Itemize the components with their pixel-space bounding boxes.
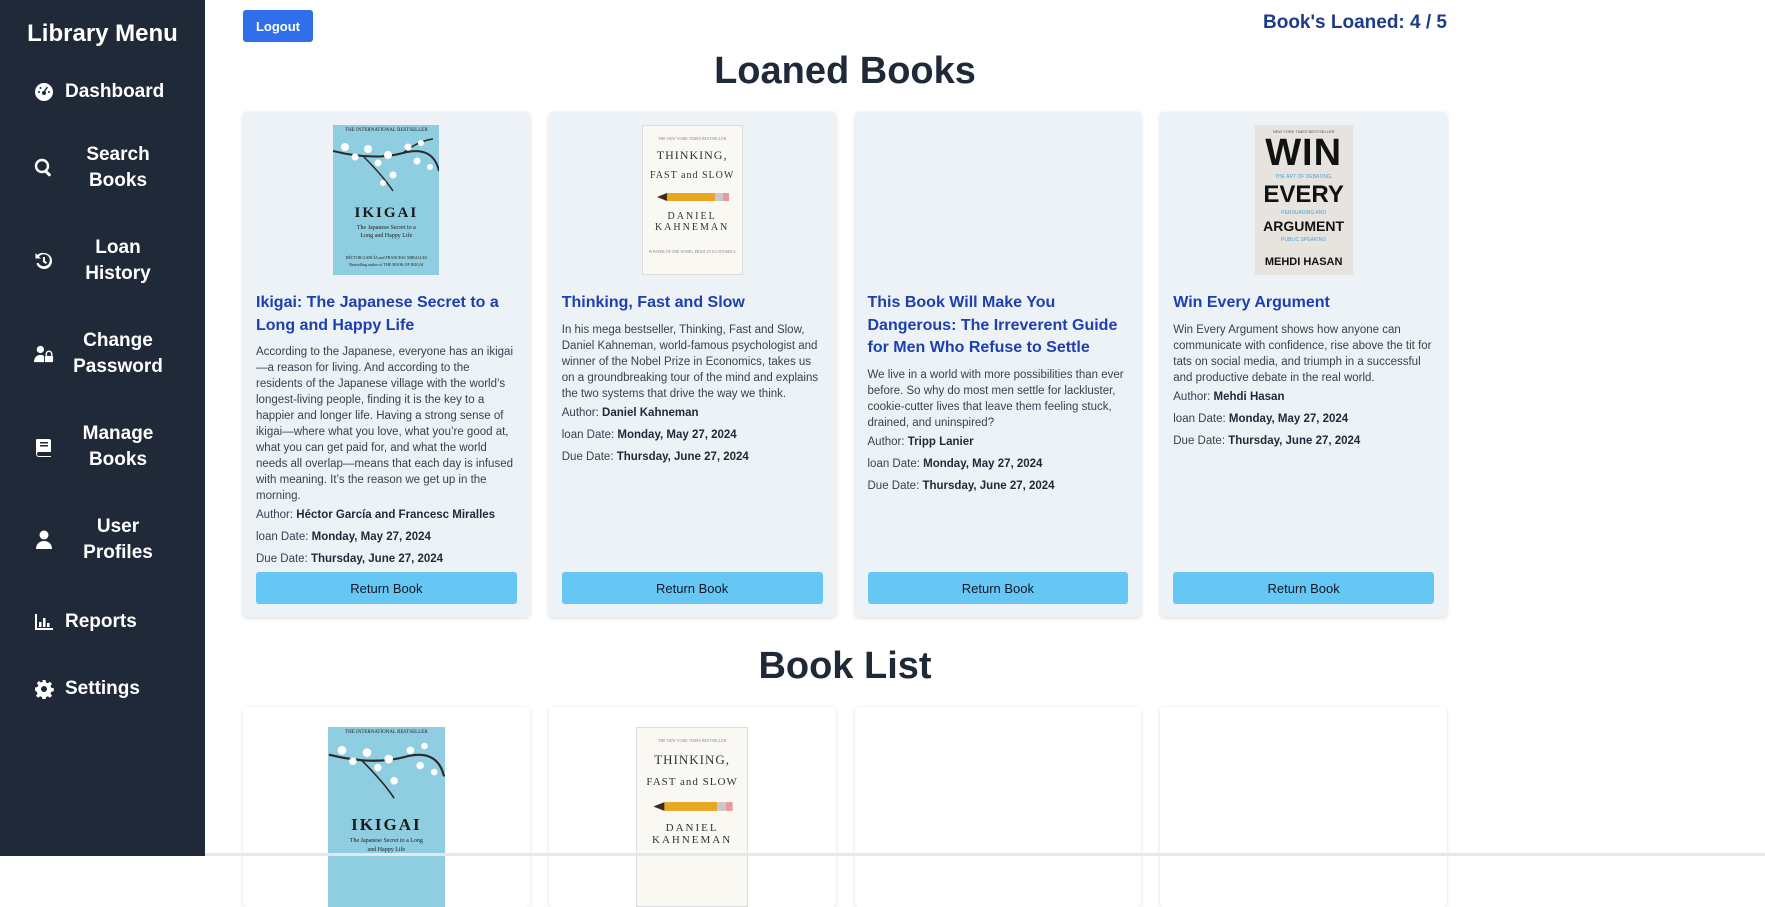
cover-text: FAST and SLOW: [637, 776, 747, 788]
cover-text: WIN: [1255, 133, 1353, 173]
book-description: We live in a world with more possibiliti…: [868, 367, 1129, 431]
cover-text: FAST and SLOW: [643, 170, 742, 181]
cover-text: ARGUMENT: [1255, 218, 1353, 234]
cover-text: THINKING,: [643, 148, 742, 163]
book-title[interactable]: Thinking, Fast and Slow: [562, 292, 823, 315]
book-card: This Book Will Make You Dangerous: The I…: [855, 112, 1142, 617]
cover-text: IKIGAI: [328, 815, 445, 835]
book-list-card: THE NEW YORK TIMES BESTSELLER THINKING, …: [549, 707, 836, 907]
cover-text: THE ART OF DEBATING,: [1255, 174, 1353, 180]
sidebar-item-label: Reports: [65, 609, 137, 635]
cover-text: The Japanese Secret to a Long and Happy …: [333, 224, 439, 240]
book-cover-ikigai: THE INTERNATIONAL BESTSELLER IKIGAI The …: [328, 727, 445, 907]
sidebar-item-label: Search Books: [63, 142, 173, 194]
cover-text: THE INTERNATIONAL BESTSELLER: [333, 128, 439, 133]
book-card: NEW YORK TIMES BESTSELLER WIN THE ART OF…: [1160, 112, 1447, 617]
loan-date: loan Date: Monday, May 27, 2024: [1173, 411, 1434, 427]
return-book-button[interactable]: Return Book: [868, 572, 1129, 604]
book-author: Author: Daniel Kahneman: [562, 405, 823, 421]
search-icon: [33, 157, 55, 179]
book-card: THE NEW YORK TIMES BESTSELLER THINKING, …: [549, 112, 836, 617]
main-content: Logout Book's Loaned: 4 / 5 Loaned Books…: [205, 0, 1765, 856]
user-icon: [33, 529, 55, 551]
cover-wrap-empty: [868, 125, 1129, 275]
loan-date: loan Date: Monday, May 27, 2024: [868, 456, 1129, 472]
loan-count: Book's Loaned: 4 / 5: [1263, 12, 1447, 34]
sidebar: Library Menu Dashboard Search Books Loan…: [0, 0, 205, 856]
cover-wrap: THE INTERNATIONAL BESTSELLER IKIGAI The …: [256, 727, 517, 907]
logout-button[interactable]: Logout: [243, 10, 313, 42]
due-date: Due Date: Thursday, June 27, 2024: [868, 478, 1129, 494]
cover-text: DANIEL KAHNEMAN: [643, 211, 742, 233]
book-description: According to the Japanese, everyone has …: [256, 344, 517, 504]
due-date: Due Date: Thursday, June 27, 2024: [1173, 433, 1434, 449]
loaned-books-title: Loaned Books: [243, 50, 1447, 93]
cover-text: HÉCTOR GARCÍA and FRANCESC MIRALLES: [333, 255, 439, 260]
cover-text: MEHDI HASAN: [1255, 256, 1353, 268]
book-cover-thinking-fast-and-slow: THE NEW YORK TIMES BESTSELLER THINKING, …: [636, 727, 748, 907]
cover-text: PUBLIC SPEAKING: [1255, 237, 1353, 243]
cover-text: Bestselling author of THE BOOK OF IKIGAI: [333, 262, 439, 267]
cover-text: PERSUADING AND: [1255, 210, 1353, 216]
sidebar-item-manage-books[interactable]: Manage Books: [0, 421, 205, 473]
cover-text: IKIGAI: [333, 205, 439, 222]
book-icon: [33, 436, 55, 458]
book-list-card: THE INTERNATIONAL BESTSELLER IKIGAI The …: [243, 707, 530, 907]
return-book-button[interactable]: Return Book: [256, 572, 517, 604]
return-book-button[interactable]: Return Book: [1173, 572, 1434, 604]
sidebar-item-label: Change Password: [63, 328, 173, 380]
cover-wrap: THE NEW YORK TIMES BESTSELLER THINKING, …: [562, 727, 823, 907]
sidebar-item-reports[interactable]: Reports: [0, 600, 205, 644]
sidebar-item-loan-history[interactable]: Loan History: [0, 235, 205, 287]
book-author: Author: Mehdi Hasan: [1173, 389, 1434, 405]
sidebar-item-label: Dashboard: [65, 79, 164, 105]
loaned-books-grid: THE INTERNATIONAL BESTSELLER IKIGAI The …: [243, 112, 1447, 617]
loan-date: loan Date: Monday, May 27, 2024: [562, 427, 823, 443]
sidebar-item-settings[interactable]: Settings: [0, 667, 205, 711]
cover-text: WINNER OF THE NOBEL PRIZE IN ECONOMICS: [643, 249, 742, 254]
book-author: Author: Tripp Lanier: [868, 434, 1129, 450]
cover-text: THINKING,: [637, 752, 747, 768]
sidebar-item-label: Settings: [65, 676, 140, 702]
sidebar-item-label: Loan History: [63, 235, 173, 287]
book-cover-ikigai: THE INTERNATIONAL BESTSELLER IKIGAI The …: [333, 125, 439, 275]
sidebar-item-dashboard[interactable]: Dashboard: [0, 70, 205, 114]
cover-text: EVERY: [1255, 182, 1353, 208]
sidebar-item-label: User Profiles: [63, 514, 173, 566]
cover-wrap: THE NEW YORK TIMES BESTSELLER THINKING, …: [562, 125, 823, 275]
book-list-card: [1160, 707, 1447, 907]
sidebar-item-user-profiles[interactable]: User Profiles: [0, 514, 205, 566]
sidebar-item-search-books[interactable]: Search Books: [0, 142, 205, 194]
cover-wrap: NEW YORK TIMES BESTSELLER WIN THE ART OF…: [1173, 125, 1434, 275]
sidebar-title: Library Menu: [0, 20, 205, 48]
book-cover-thinking-fast-and-slow: THE NEW YORK TIMES BESTSELLER THINKING, …: [642, 125, 743, 275]
chart-icon: [33, 611, 55, 633]
cover-text: DANIEL KAHNEMAN: [637, 822, 747, 846]
dashboard-icon: [33, 81, 55, 103]
cover-wrap: THE INTERNATIONAL BESTSELLER IKIGAI The …: [256, 125, 517, 275]
due-date: Due Date: Thursday, June 27, 2024: [562, 449, 823, 465]
due-date: Due Date: Thursday, June 27, 2024: [256, 551, 517, 567]
loan-date: loan Date: Monday, May 27, 2024: [256, 529, 517, 545]
book-author: Author: Héctor García and Francesc Miral…: [256, 507, 517, 523]
history-icon: [33, 250, 55, 272]
cover-text: THE NEW YORK TIMES BESTSELLER: [637, 738, 747, 743]
gear-icon: [33, 678, 55, 700]
book-list-title: Book List: [243, 645, 1447, 688]
sidebar-item-change-password[interactable]: Change Password: [0, 328, 205, 380]
book-description: Win Every Argument shows how anyone can …: [1173, 322, 1434, 386]
sidebar-item-label: Manage Books: [63, 421, 173, 473]
return-book-button[interactable]: Return Book: [562, 572, 823, 604]
book-list-grid: THE INTERNATIONAL BESTSELLER IKIGAI The …: [243, 707, 1447, 907]
cover-text: THE INTERNATIONAL BESTSELLER: [328, 730, 445, 735]
book-list-card: [855, 707, 1142, 907]
book-title[interactable]: This Book Will Make You Dangerous: The I…: [868, 292, 1129, 360]
user-lock-icon: [33, 343, 55, 365]
book-description: In his mega bestseller, Thinking, Fast a…: [562, 322, 823, 402]
book-cover-win-every-argument: NEW YORK TIMES BESTSELLER WIN THE ART OF…: [1255, 125, 1353, 275]
cover-text: THE NEW YORK TIMES BESTSELLER: [643, 136, 742, 141]
book-card: THE INTERNATIONAL BESTSELLER IKIGAI The …: [243, 112, 530, 617]
book-title[interactable]: Win Every Argument: [1173, 292, 1434, 315]
book-title[interactable]: Ikigai: The Japanese Secret to a Long an…: [256, 292, 517, 337]
